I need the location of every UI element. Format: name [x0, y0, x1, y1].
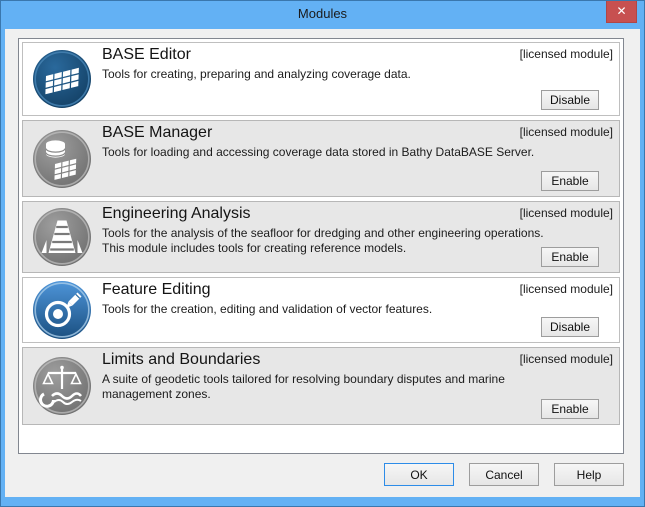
- license-badge: [licensed module]: [520, 352, 613, 366]
- module-name: BASE Manager: [102, 124, 212, 142]
- module-name: BASE Editor: [102, 46, 191, 64]
- module-name: Engineering Analysis: [102, 205, 251, 223]
- license-badge: [licensed module]: [520, 206, 613, 220]
- engineering-channel-icon: [32, 207, 92, 267]
- module-name: Feature Editing: [102, 281, 211, 299]
- module-row-engineering-analysis: Engineering Analysis Tools for the analy…: [22, 201, 620, 273]
- module-row-base-manager: BASE Manager Tools for loading and acces…: [22, 120, 620, 197]
- modules-dialog: Modules ✕ BASE Edit: [0, 0, 645, 507]
- module-row-feature-editing: Feature Editing Tools for the creation, …: [22, 277, 620, 343]
- module-name: Limits and Boundaries: [102, 351, 260, 369]
- module-description: Tools for loading and accessing coverage…: [102, 145, 560, 160]
- base-editor-action-button[interactable]: Disable: [541, 90, 599, 110]
- base-manager-action-button[interactable]: Enable: [541, 171, 599, 191]
- base-manager-database-icon: [32, 129, 92, 189]
- module-description: Tools for creating, preparing and analyz…: [102, 67, 560, 82]
- dialog-footer: OK Cancel Help: [384, 463, 624, 486]
- help-button[interactable]: Help: [554, 463, 624, 486]
- module-list-panel: BASE Editor Tools for creating, preparin…: [18, 38, 624, 454]
- titlebar: Modules: [1, 1, 644, 29]
- module-description: Tools for the analysis of the seafloor f…: [102, 226, 560, 256]
- module-row-limits-boundaries: Limits and Boundaries A suite of geodeti…: [22, 347, 620, 425]
- feature-editing-action-button[interactable]: Disable: [541, 317, 599, 337]
- module-description: A suite of geodetic tools tailored for r…: [102, 372, 560, 402]
- module-row-base-editor: BASE Editor Tools for creating, preparin…: [22, 42, 620, 116]
- cancel-button[interactable]: Cancel: [469, 463, 539, 486]
- limits-scales-waves-icon: [32, 356, 92, 416]
- license-badge: [licensed module]: [520, 125, 613, 139]
- window-title: Modules: [298, 6, 347, 21]
- limits-boundaries-action-button[interactable]: Enable: [541, 399, 599, 419]
- feature-editing-pencil-icon: [32, 280, 92, 340]
- close-button[interactable]: ✕: [606, 1, 637, 23]
- module-description: Tools for the creation, editing and vali…: [102, 302, 560, 317]
- dialog-body: BASE Editor Tools for creating, preparin…: [5, 29, 640, 497]
- engineering-analysis-action-button[interactable]: Enable: [541, 247, 599, 267]
- license-badge: [licensed module]: [520, 282, 613, 296]
- license-badge: [licensed module]: [520, 47, 613, 61]
- close-icon: ✕: [616, 4, 626, 18]
- base-editor-grid-icon: [32, 49, 92, 109]
- ok-button[interactable]: OK: [384, 463, 454, 486]
